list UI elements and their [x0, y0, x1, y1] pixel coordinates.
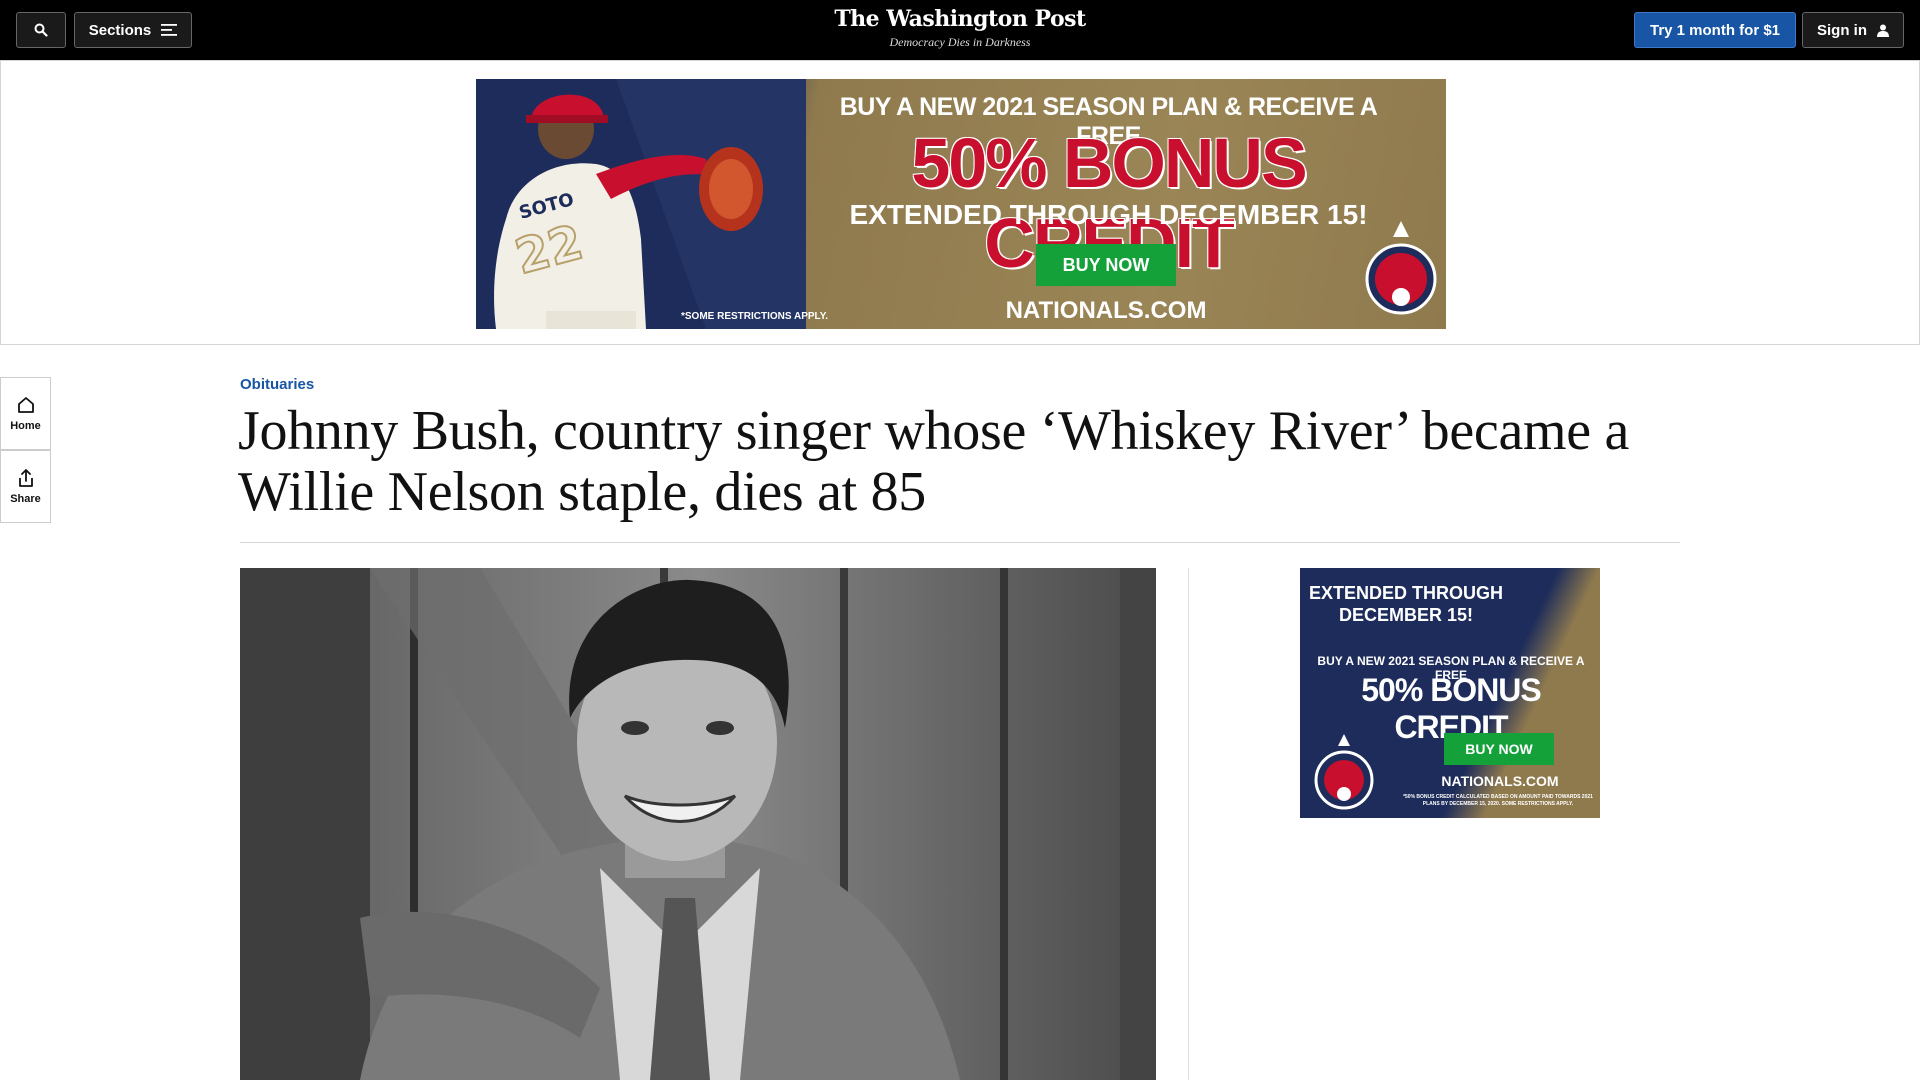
search-button[interactable] [16, 12, 66, 48]
column-divider [1188, 568, 1189, 1080]
home-label: Home [10, 419, 41, 432]
subscribe-button[interactable]: Try 1 month for $1 [1634, 12, 1796, 48]
home-rail-button[interactable]: Home [0, 377, 51, 450]
share-icon [18, 468, 33, 487]
search-icon [34, 23, 48, 37]
sign-in-button[interactable]: Sign in [1802, 12, 1904, 48]
home-icon [17, 396, 34, 413]
user-icon [1877, 24, 1889, 37]
menu-icon [161, 24, 178, 36]
lead-photo-image [240, 568, 1156, 1080]
world-champions-badge-icon [1314, 734, 1374, 810]
side-ad-site: NATIONALS.COM [1441, 773, 1559, 789]
top-ad-site: NATIONALS.COM [1005, 297, 1207, 324]
share-rail-button[interactable]: Share [0, 450, 51, 523]
baseball-player-image: SOTO 22 [476, 79, 806, 329]
lead-photo[interactable] [240, 568, 1156, 1080]
side-ad-extended: EXTENDED THROUGH DECEMBER 15! [1308, 583, 1503, 625]
article-headline: Johnny Bush, country singer whose ‘Whisk… [238, 400, 1630, 523]
top-navigation: Sections The Washington Post Democracy D… [0, 0, 1920, 60]
top-ad-container: SOTO 22 BUY A NEW 2021 SEASON PLAN & REC… [0, 60, 1920, 345]
logo-wordmark: The Washington Post [834, 6, 1086, 32]
top-ad-fine-print: *SOME RESTRICTIONS APPLY. [681, 311, 829, 322]
world-champions-badge-icon [1365, 221, 1437, 315]
logo-tagline: Democracy Dies in Darkness [889, 35, 1031, 49]
sections-label: Sections [88, 21, 152, 39]
site-logo[interactable]: The Washington Post Democracy Dies in Da… [760, 6, 1160, 50]
side-ad-buy-now-button[interactable]: BUY NOW [1444, 733, 1554, 765]
side-ad-banner[interactable]: EXTENDED THROUGH DECEMBER 15! BUY A NEW … [1300, 568, 1600, 818]
section-kicker-link[interactable]: Obituaries [240, 376, 314, 393]
top-ad-banner[interactable]: SOTO 22 BUY A NEW 2021 SEASON PLAN & REC… [476, 79, 1446, 329]
share-label: Share [10, 492, 41, 505]
top-ad-extended: EXTENDED THROUGH DECEMBER 15! [849, 199, 1368, 230]
top-ad-buy-now-button[interactable]: BUY NOW [1036, 244, 1176, 286]
header-divider [240, 542, 1680, 543]
side-ad-fine-print: *50% BONUS CREDIT CALCULATED BASED ON AM… [1403, 794, 1593, 807]
sections-button[interactable]: Sections [74, 12, 192, 48]
sign-in-label: Sign in [1817, 21, 1867, 39]
